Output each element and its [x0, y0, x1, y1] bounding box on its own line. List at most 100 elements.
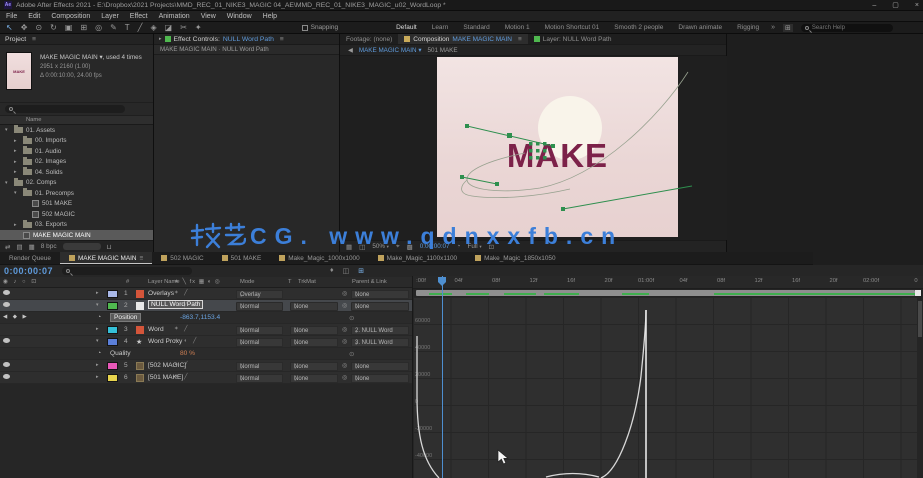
twirl-arrow[interactable]: ▸ [96, 362, 99, 368]
menu-help[interactable]: Help [263, 13, 277, 20]
selection-tool[interactable]: ↖ [6, 23, 13, 32]
tree-twirl-arrow[interactable]: ▾ [5, 180, 11, 186]
property-value[interactable]: 80 % [180, 350, 195, 357]
playhead-line[interactable] [442, 276, 443, 478]
layer-switches[interactable]: ✶ ◐ ╱ [174, 338, 198, 344]
maximize-button[interactable]: ▢ [892, 1, 899, 9]
layer-switches[interactable]: ✶ ╱ [174, 326, 189, 332]
trkmat-select[interactable]: None ▾ [290, 338, 338, 347]
layer-row-word[interactable]: ▸ 3 Word ✶ ╱ Normal ▾ None ▾ ◎ 2. NULL Word ▾ [0, 324, 412, 336]
footer-icon-0[interactable]: ⇄ [5, 243, 10, 251]
timeline-tab-make-magic-1000x1000[interactable]: Make_Magic_1000x1000 [270, 252, 368, 264]
tree-twirl-arrow[interactable]: ▸ [14, 138, 20, 144]
workspace-tab-rigging[interactable]: Rigging [737, 24, 759, 31]
shape-tool[interactable]: ◎ [95, 23, 102, 32]
panel-menu-icon[interactable]: ≡ [140, 255, 144, 262]
workspace-tab-motion-1[interactable]: Motion 1 [505, 24, 530, 31]
layer-color-swatch[interactable] [107, 374, 118, 382]
tab-composition[interactable]: Composition MAKE MAGIC MAIN ≡ [398, 34, 528, 44]
project-item-04-solids[interactable]: ▸ 04. Solids [0, 167, 153, 178]
camera-tool[interactable]: ▣ [65, 23, 73, 32]
composition-canvas[interactable]: MAKE [437, 57, 678, 237]
parent-pickwhip-icon[interactable]: ◎ [342, 290, 347, 297]
trkmat-column-header[interactable]: TrkMat [298, 279, 316, 285]
puppet-pin-tool[interactable]: ✦ [195, 23, 202, 32]
workspace-tab-learn[interactable]: Learn [432, 24, 449, 31]
trkmat-select[interactable]: None ▾ [290, 374, 338, 383]
include-in-graph-icon[interactable]: ⊙ [349, 314, 354, 322]
layer-row-word-proxy[interactable]: ▾ 4 ★ Word Proxy ✶ ◐ ╱ Normal ▾ None ▾ ◎ 3. NULL W… [0, 336, 412, 348]
parent-pickwhip-icon[interactable]: ◎ [342, 338, 347, 345]
eye-icon[interactable] [3, 290, 10, 295]
parent-select[interactable]: 3. NULL Word ▾ [351, 338, 409, 347]
menu-effect[interactable]: Effect [130, 13, 148, 20]
rotation-tool[interactable]: ↻ [50, 23, 57, 32]
timeline-tab-502-magic[interactable]: 502 MAGIC [152, 252, 212, 264]
twirl-arrow[interactable]: ▾ [96, 302, 99, 308]
project-item-03-exports[interactable]: ▸ 03. Exports [0, 219, 153, 231]
layer-name[interactable]: Word [148, 326, 164, 333]
graph-editor[interactable]: :00f 04f 08f 12f 16f 20f 01:00f 04f 08f 12f 16f 20f… [412, 276, 923, 478]
snapping-checkbox[interactable] [301, 24, 308, 31]
menu-file[interactable]: File [6, 13, 17, 20]
include-in-graph-icon[interactable]: ⊙ [349, 350, 354, 358]
comp-mini-flowchart[interactable]: MAKE MAGIC MAIN ▾ [359, 47, 422, 54]
tree-twirl-arrow[interactable]: ▸ [14, 159, 20, 165]
project-item-02-images[interactable]: ▸ 02. Images [0, 156, 153, 168]
tree-twirl-arrow[interactable]: ▾ [14, 190, 20, 196]
menu-composition[interactable]: Composition [51, 13, 90, 20]
project-search-input[interactable] [5, 105, 125, 113]
pan-behind-tool[interactable]: ⊞ [80, 23, 87, 32]
graph-editor-button[interactable]: ⊞ [358, 267, 364, 275]
eye-icon[interactable] [3, 302, 10, 307]
zoom-tool[interactable]: ⊙ [35, 23, 42, 32]
parent-select[interactable]: None ▾ [351, 302, 409, 311]
eye-icon[interactable] [3, 374, 10, 379]
region-of-interest-icon[interactable]: ▩ [407, 243, 413, 251]
project-item-make-magic-main[interactable]: MAKE MAGIC MAIN [0, 230, 153, 241]
type-tool[interactable]: T [125, 23, 130, 32]
menu-layer[interactable]: Layer [101, 13, 119, 20]
graph-scrollbar[interactable] [917, 297, 923, 478]
stopwatch-icon[interactable]: ◔ [97, 350, 101, 357]
layer-switches[interactable]: ✶ ╱ [174, 290, 189, 296]
resolution-select[interactable]: Full ▾ [467, 243, 481, 250]
mode-select[interactable]: Normal ▾ [236, 302, 283, 311]
twirl-arrow[interactable]: ▸ [96, 374, 99, 380]
viewer-timecode[interactable]: 0:00:00:07 [420, 243, 450, 250]
workspace-overflow-button[interactable]: » [771, 24, 775, 31]
timeline-tab-501-make[interactable]: 501 MAKE [213, 252, 271, 264]
workspace-tab-motion-shortcut-01[interactable]: Motion Shortcut 01 [545, 24, 600, 31]
eye-icon[interactable] [3, 362, 10, 367]
layer-switches[interactable]: ✶ ╱ [174, 374, 189, 380]
project-item-01-audio[interactable]: ▸ 01. Audio [0, 146, 153, 157]
project-item-02-comps[interactable]: ▾ 02. Comps [0, 177, 153, 189]
layer-row-null-word-path[interactable]: ▾ 2 NULL Word Path ✶ ╱ Normal ▾ None ▾ ◎ None ▾ [0, 300, 412, 312]
property-value[interactable]: -863.7,1153.4 [180, 314, 220, 321]
layer-name[interactable]: Overlays [148, 290, 174, 297]
tab-effect-controls[interactable]: Effect Controls: [174, 36, 220, 43]
trkmat-select[interactable]: None ▾ [290, 326, 338, 335]
property-name[interactable]: Quality [110, 350, 131, 357]
timeline-search-input[interactable] [62, 267, 192, 275]
tab-project[interactable]: Project [5, 36, 26, 43]
tree-twirl-arrow[interactable]: ▸ [14, 169, 20, 175]
scrollbar-thumb[interactable] [918, 301, 922, 337]
layer-row-overlays[interactable]: ▸ 1 Overlays ✶ ╱ Overlay ▾ ◎ None ▾ [0, 288, 412, 300]
layer-color-swatch[interactable] [107, 362, 118, 370]
layer-row-502-magic[interactable]: ▸ 5 [502 MAGIC] ✶ ╱ Normal ▾ None ▾ ◎ None ▾ [0, 360, 412, 372]
current-timecode[interactable]: 0:00:00:07 [4, 266, 53, 276]
brush-tool[interactable]: ╱ [138, 23, 143, 32]
layer-color-swatch[interactable] [107, 302, 118, 310]
timeline-tab-render-queue[interactable]: Render Queue [0, 252, 60, 264]
property-row-quality[interactable]: ◔ Quality 80 % ⊙ [0, 348, 412, 360]
project-item-502-magic[interactable]: 502 MAGIC [0, 209, 153, 220]
mode-select[interactable]: Normal ▾ [236, 362, 283, 371]
layer-switches[interactable]: ✶ ╱ [174, 302, 189, 308]
menu-view[interactable]: View [201, 13, 216, 20]
snapping-control[interactable]: Snapping [301, 24, 338, 31]
stopwatch-icon[interactable]: ◔ [97, 314, 101, 321]
tree-twirl-arrow[interactable]: ▾ [5, 127, 11, 133]
trkmat-select[interactable]: None ▾ [290, 362, 338, 371]
timeline-tab-make-magic-1100x1100[interactable]: Make_Magic_1100x1100 [369, 252, 466, 264]
